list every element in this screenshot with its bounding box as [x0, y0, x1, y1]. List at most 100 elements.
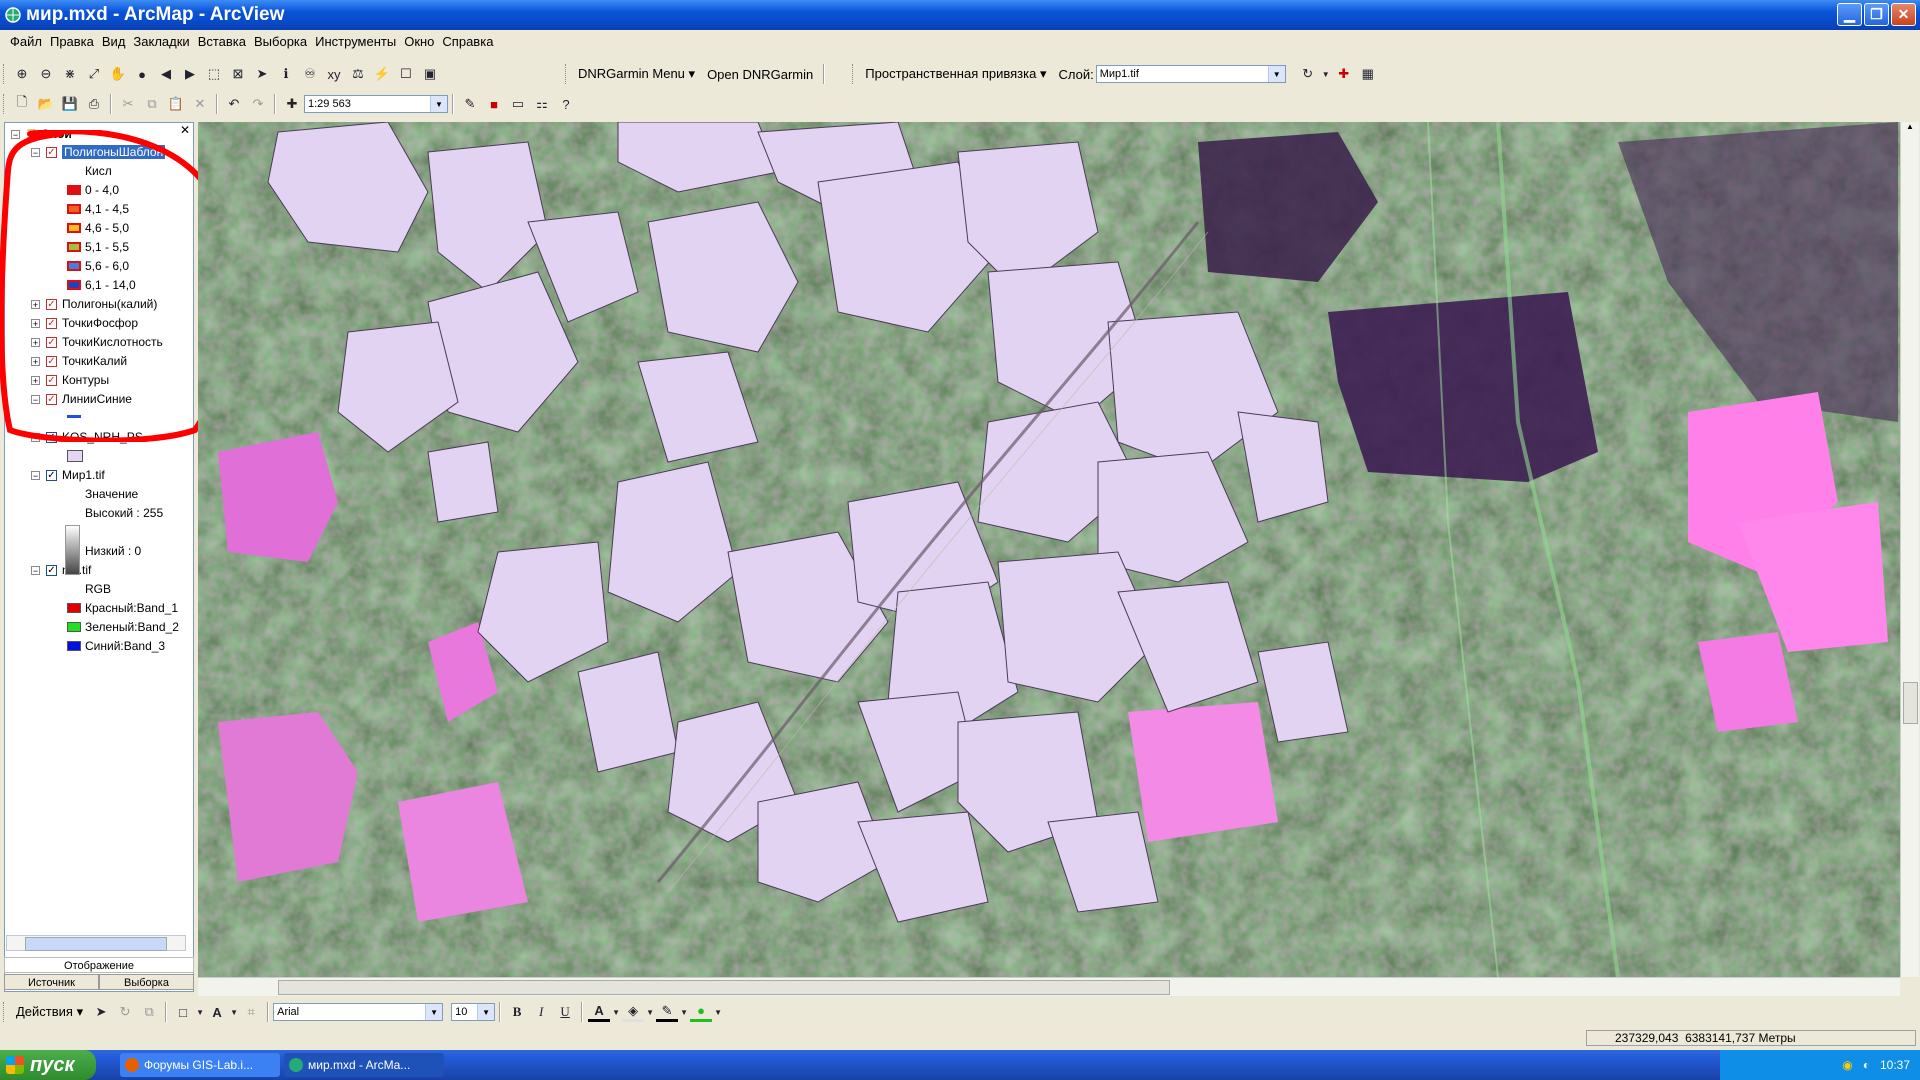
layer-contours[interactable]: + ✓ Контуры [31, 371, 109, 389]
open-dnrgarmin-button[interactable]: Open DNRGarmin [701, 67, 819, 82]
band-green[interactable]: Зеленый:Band_2 [67, 618, 179, 636]
legend-class[interactable]: 0 - 4,0 [67, 181, 119, 199]
start-button[interactable]: пуск [0, 1050, 96, 1080]
arctoolbox-icon[interactable]: ■ [483, 93, 505, 115]
legend-class[interactable]: 6,1 - 14,0 [67, 276, 136, 294]
menu-window[interactable]: Окно [400, 34, 438, 49]
layer-visibility-checkbox[interactable]: ✓ [46, 317, 57, 329]
layer-visibility-checkbox[interactable]: ✓ [46, 431, 57, 443]
band-red[interactable]: Красный:Band_1 [67, 599, 178, 617]
hyperlink-icon[interactable]: ⚡ [371, 63, 393, 85]
measure-icon[interactable]: ⚖ [347, 63, 369, 85]
tray-volume-icon[interactable]: ◐ [1863, 1058, 1870, 1072]
menu-bookmarks[interactable]: Закладки [129, 34, 193, 49]
layer-select[interactable]: Мир1.tif ▼ [1095, 65, 1286, 83]
marker-color-icon[interactable]: ● [690, 1003, 713, 1022]
command-line-icon[interactable]: ▭ [507, 93, 529, 115]
layer-visibility-checkbox[interactable]: ✓ [46, 564, 57, 576]
font-color-button[interactable]: A [588, 1003, 611, 1022]
edit-vertices-icon[interactable]: ⌗ [240, 1001, 262, 1023]
map-scale-select[interactable]: 1:29 563 ▼ [304, 95, 448, 113]
menu-tools[interactable]: Инструменты [311, 34, 400, 49]
zoom-whole-page-icon[interactable]: ⧉ [138, 1001, 160, 1023]
taskbar-item-arcmap[interactable]: мир.mxd - ArcMa... [284, 1053, 444, 1077]
chevron-down-icon[interactable]: ▼ [196, 1001, 204, 1023]
back-arrow-icon[interactable]: ◀ [155, 63, 177, 85]
scroll-up-icon[interactable]: ▲ [1901, 122, 1919, 131]
legend-class[interactable]: 4,6 - 5,0 [67, 219, 129, 237]
delete-icon[interactable]: ✕ [189, 93, 211, 115]
maximize-button[interactable]: ❐ [1864, 3, 1889, 26]
menu-file[interactable]: Файл [6, 34, 46, 49]
menu-view[interactable]: Вид [98, 34, 130, 49]
select-features-icon[interactable]: ⬚ [203, 63, 225, 85]
expand-icon[interactable]: + [31, 356, 40, 366]
link-table-icon[interactable]: ▦ [1357, 63, 1379, 85]
new-document-icon[interactable]: 🗋 [11, 93, 33, 115]
editor-toolbar-icon[interactable]: ✎ [459, 93, 481, 115]
expand-icon[interactable]: + [31, 375, 40, 385]
toolbar-grip[interactable] [3, 94, 7, 114]
fixed-zoom-in-icon[interactable]: ⋇ [59, 63, 81, 85]
forward-arrow-icon[interactable]: ▶ [179, 63, 201, 85]
layer-mir1-tif[interactable]: − ✓ Мир1.tif [31, 466, 105, 484]
font-size-select[interactable]: 10 ▼ [451, 1003, 496, 1021]
legend-class[interactable]: 5,1 - 5,5 [67, 238, 129, 256]
scrollbar-thumb[interactable] [278, 980, 1170, 995]
map-horizontal-scrollbar[interactable] [198, 977, 1900, 996]
cut-icon[interactable]: ✂ [117, 93, 139, 115]
layer-points-phosphorus[interactable]: + ✓ ТочкиФосфор [31, 314, 138, 332]
collapse-icon[interactable]: − [31, 565, 40, 575]
italic-button[interactable]: I [530, 1001, 552, 1023]
collapse-icon[interactable]: − [11, 129, 20, 139]
menu-edit[interactable]: Правка [46, 34, 98, 49]
bold-button[interactable]: B [506, 1001, 528, 1023]
scrollbar-thumb[interactable] [25, 937, 167, 951]
collapse-icon[interactable]: − [31, 470, 40, 480]
copy-icon[interactable]: ⧉ [141, 93, 163, 115]
drawing-actions-menu[interactable]: Действия ▾ [10, 1004, 89, 1020]
chevron-down-icon[interactable]: ▼ [612, 1001, 620, 1023]
paste-icon[interactable]: 📋 [165, 93, 187, 115]
dnrgarmin-menu[interactable]: DNRGarmin Menu ▾ [572, 66, 701, 82]
save-icon[interactable]: 💾 [59, 93, 81, 115]
clear-selection-icon[interactable]: ⊠ [227, 63, 249, 85]
chevron-down-icon[interactable]: ▼ [680, 1001, 688, 1023]
map-display[interactable] [198, 122, 1900, 977]
layer-visibility-checkbox[interactable]: ✓ [46, 469, 57, 481]
whats-this-help-icon[interactable]: ? [555, 93, 577, 115]
font-select[interactable]: Arial ▼ [273, 1003, 444, 1021]
time-slider-icon[interactable]: ▣ [419, 63, 441, 85]
toolbar-grip[interactable] [3, 64, 7, 84]
layer-nhr-tif[interactable]: − ✓ nhr.tif [31, 561, 91, 579]
layer-visibility-checkbox[interactable]: ✓ [46, 146, 57, 158]
select-pointer-icon[interactable]: ➤ [90, 1001, 112, 1023]
layer-visibility-checkbox[interactable]: ✓ [46, 374, 57, 386]
taskbar-item-firefox[interactable]: Форумы GIS-Lab.i... [120, 1053, 280, 1077]
layer-points-acidity[interactable]: + ✓ ТочкиКислотность [31, 333, 163, 351]
rotate-element-icon[interactable]: ↻ [114, 1001, 136, 1023]
go-to-xy-icon[interactable]: xy [323, 63, 345, 85]
select-elements-pointer-icon[interactable]: ➤ [251, 63, 273, 85]
line-color-icon[interactable]: ✎ [656, 1003, 679, 1022]
expand-icon[interactable]: + [31, 318, 40, 328]
find-binoculars-icon[interactable]: ♾ [299, 63, 321, 85]
full-extent-globe-icon[interactable]: ● [131, 63, 153, 85]
chevron-down-icon[interactable]: ▼ [714, 1001, 722, 1023]
legend-class[interactable]: 4,1 - 4,5 [67, 200, 129, 218]
georeferencing-menu[interactable]: Пространственная привязка ▾ [859, 66, 1052, 82]
map-vertical-scrollbar[interactable]: ▲ [1900, 122, 1919, 977]
menu-selection[interactable]: Выборка [250, 34, 311, 49]
redo-icon[interactable]: ↷ [247, 93, 269, 115]
layer-blue-lines[interactable]: − ✓ ЛинииСиние [31, 390, 132, 408]
fill-color-icon[interactable]: ◈ [622, 1003, 645, 1022]
layer-polygons-potassium[interactable]: + ✓ Полигоны(калий) [31, 295, 157, 313]
tab-display[interactable]: Отображение [4, 957, 194, 973]
toolbar-grip[interactable] [3, 1002, 7, 1022]
undo-icon[interactable]: ↶ [223, 93, 245, 115]
underline-button[interactable]: U [554, 1001, 576, 1023]
layer-points-potassium[interactable]: + ✓ ТочкиКалий [31, 352, 127, 370]
add-control-points-icon[interactable]: ✚ [1333, 63, 1355, 85]
expand-icon[interactable]: + [31, 337, 40, 347]
chevron-down-icon[interactable]: ▼ [1321, 63, 1331, 85]
